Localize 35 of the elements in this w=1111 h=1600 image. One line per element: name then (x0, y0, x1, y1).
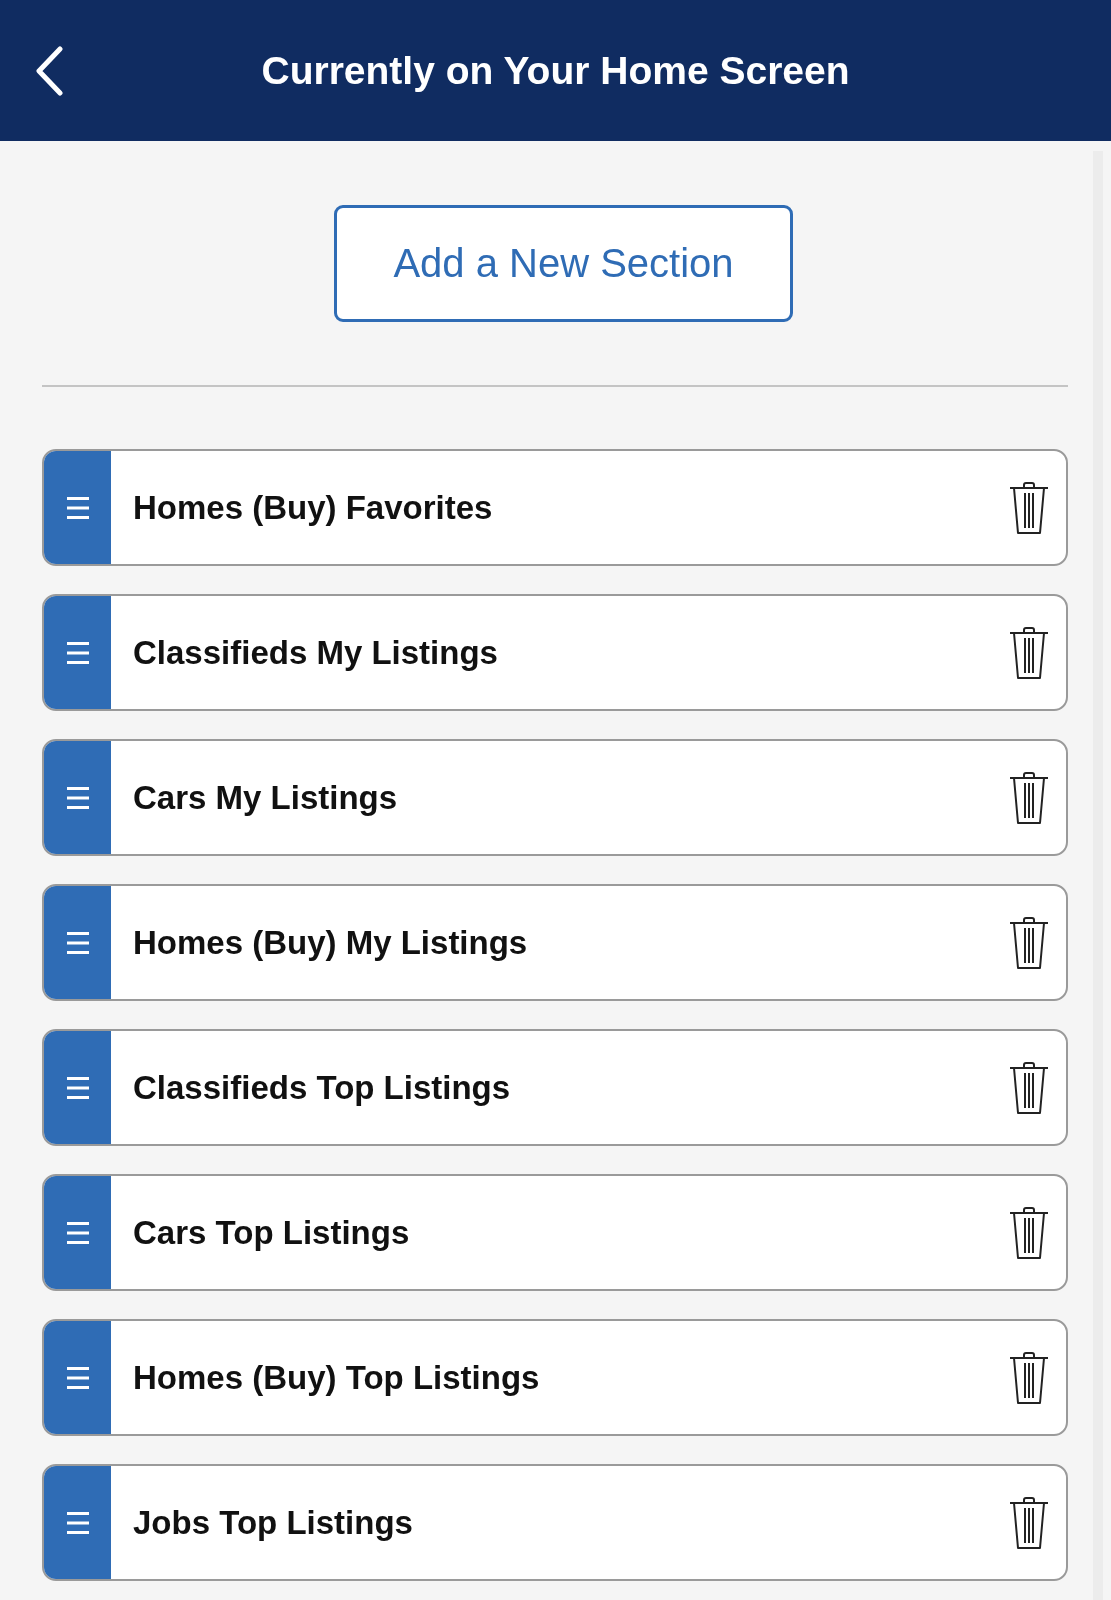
trash-icon[interactable] (1009, 1351, 1049, 1404)
back-icon[interactable] (35, 45, 63, 96)
trash-icon[interactable] (1009, 916, 1049, 969)
trash-icon[interactable] (1009, 626, 1049, 679)
trash-icon[interactable] (1009, 1206, 1049, 1259)
drag-handle[interactable] (44, 596, 111, 709)
drag-handle[interactable] (44, 1176, 111, 1289)
hamburger-icon (66, 1220, 89, 1245)
hamburger-icon (66, 640, 89, 665)
hamburger-icon (66, 495, 89, 520)
section-label: Homes (Buy) Favorites (133, 488, 494, 527)
hamburger-icon (66, 1510, 89, 1535)
trash-icon[interactable] (1009, 1496, 1049, 1549)
section-label: Homes (Buy) My Listings (133, 923, 529, 962)
trash-icon[interactable] (1009, 481, 1049, 534)
screen-title: Currently on Your Home Screen (261, 48, 850, 93)
hamburger-icon (66, 930, 89, 955)
trash-icon[interactable] (1009, 1061, 1049, 1114)
section-label: Jobs Top Listings (133, 1503, 414, 1542)
drag-handle[interactable] (44, 1466, 111, 1579)
trash-icon[interactable] (1009, 771, 1049, 824)
hamburger-icon (66, 785, 89, 810)
section-label: Classifieds My Listings (133, 633, 499, 672)
section-label: Cars Top Listings (133, 1213, 411, 1252)
drag-handle[interactable] (44, 886, 111, 999)
hamburger-icon (66, 1075, 89, 1100)
hamburger-icon (66, 1365, 89, 1390)
section-label: Homes (Buy) Top Listings (133, 1358, 541, 1397)
drag-handle[interactable] (44, 1031, 111, 1144)
drag-handle[interactable] (44, 741, 111, 854)
section-label: Cars My Listings (133, 778, 399, 817)
drag-handle[interactable] (44, 451, 111, 564)
drag-handle[interactable] (44, 1321, 111, 1434)
section-label: Classifieds Top Listings (133, 1068, 512, 1107)
add-section-button[interactable]: Add a New Section (334, 205, 793, 322)
